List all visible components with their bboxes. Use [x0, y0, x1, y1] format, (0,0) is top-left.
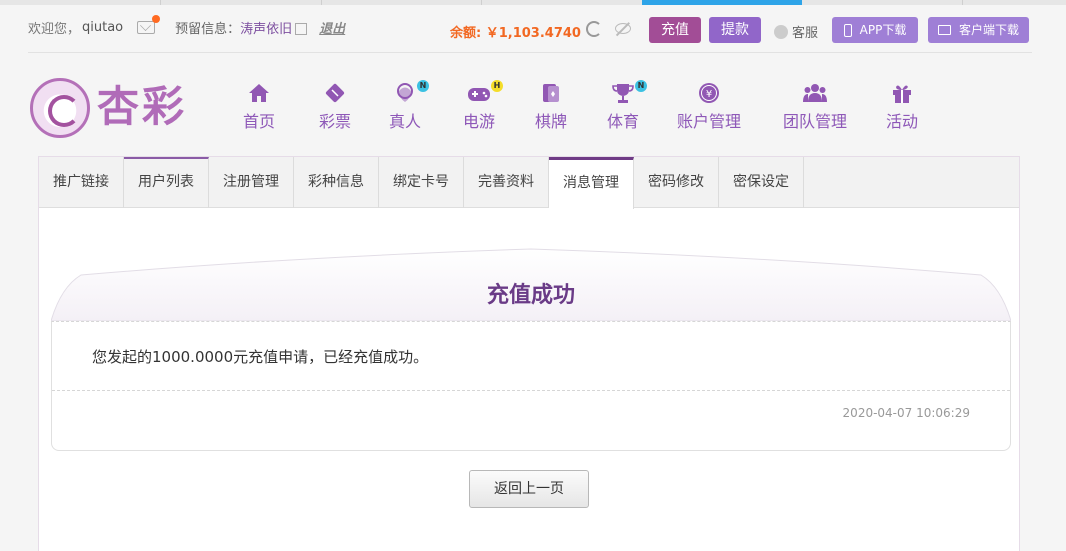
app-download-button[interactable]: APP下载: [832, 17, 918, 43]
strip-divider: [481, 0, 482, 5]
nav-label: 团队管理: [782, 112, 847, 131]
logo-mark-icon: [30, 78, 90, 138]
badge-hot: H: [491, 80, 503, 92]
reserved-label: 预留信息：: [175, 22, 241, 37]
client-download-button[interactable]: 客户端下载: [928, 17, 1029, 43]
ticket-icon: [323, 82, 347, 104]
client-download-label: 客户端下载: [958, 23, 1019, 37]
nav-item-live[interactable]: N 真人: [370, 80, 440, 134]
logo-text: 杏彩: [97, 82, 188, 131]
welcome-text: 欢迎您，: [28, 22, 81, 37]
message-body: 您发起的1000.0000元充值申请，已经充值成功。 2020-04-07 10…: [51, 321, 1011, 451]
nav-label: 活动: [885, 112, 918, 131]
nav-item-account[interactable]: ¥ 账户管理: [660, 82, 758, 134]
nav-label: 体育: [606, 112, 639, 131]
username: qiutao: [82, 20, 124, 35]
badge-new: N: [635, 80, 647, 92]
home-icon: [247, 82, 271, 104]
top-bar: 欢迎您， qiutao 预留信息： 涛声依旧 退出 余额: ￥1,103.474…: [28, 14, 1032, 46]
withdraw-button[interactable]: 提款: [709, 17, 761, 43]
message-card: 充值成功 您发起的1000.0000元充值申请，已经充值成功。 2020-04-…: [51, 247, 1011, 451]
cards-icon: [539, 82, 563, 104]
balance: 余额: ￥1,103.4740: [450, 22, 581, 41]
site-logo[interactable]: 杏彩: [30, 78, 190, 138]
trophy-icon: N: [611, 80, 647, 104]
service-avatar-icon: [774, 24, 788, 39]
app-download-label: APP下载: [859, 23, 907, 37]
message-divider: [52, 390, 1010, 391]
gamepad-icon: H: [467, 80, 503, 104]
badge-new: N: [417, 80, 429, 92]
strip-active-tab[interactable]: [642, 0, 802, 5]
phone-icon: [843, 23, 852, 37]
nav-item-egame[interactable]: H 电游: [444, 80, 514, 134]
tab-messages[interactable]: 消息管理: [549, 157, 634, 209]
balance-label: 余额:: [450, 26, 482, 41]
monitor-icon: [937, 25, 951, 35]
nav-label: 棋牌: [534, 112, 567, 131]
message-title: 充值成功: [486, 283, 575, 308]
content-panel: 推广链接 用户列表 注册管理 彩种信息 绑定卡号 完善资料 消息管理 密码修改 …: [38, 156, 1020, 551]
tab-profile[interactable]: 完善资料: [464, 157, 549, 208]
svg-text:¥: ¥: [706, 89, 712, 100]
gift-icon: [890, 82, 914, 104]
strip-divider: [321, 0, 322, 5]
logout-link[interactable]: 退出: [319, 18, 345, 37]
tab-user-list[interactable]: 用户列表: [124, 157, 209, 208]
message-timestamp: 2020-04-07 10:06:29: [842, 406, 970, 420]
reserved-value: 涛声依旧: [240, 22, 293, 37]
tab-registration[interactable]: 注册管理: [209, 157, 294, 208]
nav-label: 真人: [388, 112, 421, 131]
nav-label: 彩票: [318, 112, 351, 131]
main-nav: 首页 彩票 N 真人 H 电游 棋牌 N 体育 ¥ 账户管理 团队管理 活动: [230, 80, 932, 134]
account-icon: ¥: [697, 82, 721, 104]
recharge-button[interactable]: 充值: [649, 17, 701, 43]
service-link[interactable]: 客服: [774, 22, 818, 41]
tab-lottery-info[interactable]: 彩种信息: [294, 157, 379, 208]
nav-item-home[interactable]: 首页: [230, 82, 288, 134]
header-divider: [28, 52, 1032, 53]
tab-bind-card[interactable]: 绑定卡号: [379, 157, 464, 208]
team-icon: [803, 82, 827, 104]
balance-value: ￥1,103.4740: [485, 26, 581, 41]
refresh-icon[interactable]: [586, 21, 602, 37]
nav-label: 首页: [242, 112, 275, 131]
mail-icon[interactable]: [137, 15, 161, 34]
tab-promotion-link[interactable]: 推广链接: [39, 157, 124, 208]
message-text: 您发起的1000.0000元充值申请，已经充值成功。: [92, 348, 429, 366]
tab-password[interactable]: 密码修改: [634, 157, 719, 208]
back-button[interactable]: 返回上一页: [469, 470, 589, 508]
strip-divider: [962, 0, 963, 5]
nav-item-lottery[interactable]: 彩票: [300, 82, 370, 134]
sub-tabs: 推广链接 用户列表 注册管理 彩种信息 绑定卡号 完善资料 消息管理 密码修改 …: [39, 157, 1019, 209]
nav-item-activity[interactable]: 活动: [872, 82, 932, 134]
nav-item-chess[interactable]: 棋牌: [518, 82, 584, 134]
edit-icon[interactable]: [295, 22, 308, 35]
dealer-icon: N: [393, 80, 429, 104]
top-strip: [0, 0, 1066, 5]
strip-divider: [160, 0, 161, 5]
user-info: 欢迎您， qiutao 预留信息： 涛声依旧 退出: [28, 15, 345, 37]
tab-security-question[interactable]: 密保设定: [719, 157, 804, 208]
nav-label: 电游: [462, 112, 495, 131]
nav-item-team[interactable]: 团队管理: [766, 82, 864, 134]
nav-label: 账户管理: [676, 112, 741, 131]
nav-item-sports[interactable]: N 体育: [588, 80, 658, 134]
hide-balance-icon[interactable]: [615, 23, 631, 34]
notification-dot: [152, 15, 161, 23]
service-label: 客服: [792, 26, 819, 41]
